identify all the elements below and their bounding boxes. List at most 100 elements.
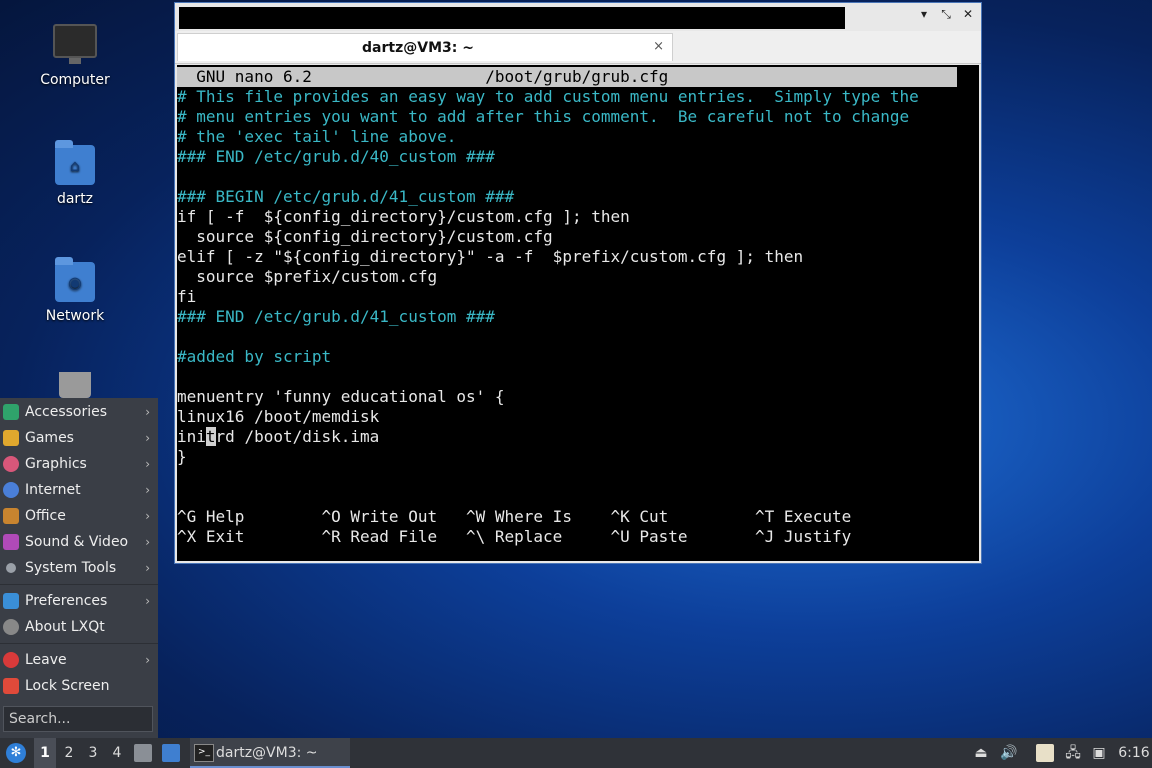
window-controls: ▾ ⤡ ✕: [917, 7, 975, 22]
file-line: ### END /etc/grub.d/41_custom ###: [177, 307, 495, 326]
menu-item-label: Graphics: [25, 456, 87, 472]
taskbar-task-terminal[interactable]: >_ dartz@VM3: ~: [190, 738, 350, 768]
internet-icon: [3, 482, 19, 498]
desktop-icon-network[interactable]: ◉ Network: [20, 257, 130, 324]
file-line: ### BEGIN /etc/grub.d/41_custom ###: [177, 187, 515, 206]
home-folder-icon: ⌂: [55, 140, 95, 185]
menu-item-label: About LXQt: [25, 619, 105, 635]
menu-item-lock-screen[interactable]: Lock Screen: [0, 673, 158, 699]
maximize-icon[interactable]: ⤡: [939, 7, 953, 22]
task-label: dartz@VM3: ~: [216, 745, 318, 761]
line-text: ini: [177, 427, 206, 446]
desktop-icon-label: dartz: [56, 191, 94, 207]
menu-item-preferences[interactable]: Preferences ›: [0, 588, 158, 614]
file-line: fi: [177, 287, 197, 306]
desktop-switch-1[interactable]: 1: [34, 738, 56, 768]
menu-item-label: Lock Screen: [25, 678, 110, 694]
menu-separator: [0, 643, 158, 644]
nano-header: GNU nano 6.2 /boot/grub/grub.cfg: [177, 67, 957, 87]
notification-icon[interactable]: ▣: [1090, 744, 1108, 762]
menu-item-sound-video[interactable]: Sound & Video ›: [0, 529, 158, 555]
terminal-window[interactable]: ▾ ⤡ ✕ dartz@VM3: ~ × GNU nano 6.2 /boot/…: [174, 2, 982, 564]
file-line: elif [ -z "${config_directory}" -a -f $p…: [177, 247, 804, 266]
desktop-icon-label: Network: [45, 308, 105, 324]
menu-item-label: Internet: [25, 482, 81, 498]
nano-shortcuts-row: ^X Exit ^R Read File ^\ Replace ^U Paste…: [177, 527, 852, 546]
menu-item-internet[interactable]: Internet ›: [0, 477, 158, 503]
volume-icon[interactable]: 🔊: [1000, 744, 1018, 762]
chevron-right-icon: ›: [145, 483, 150, 497]
chevron-right-icon: ›: [145, 561, 150, 575]
menu-item-about-lxqt[interactable]: About LXQt: [0, 614, 158, 640]
desktop-switch-2[interactable]: 2: [58, 738, 80, 768]
preferences-icon: [3, 593, 19, 609]
chevron-right-icon: ›: [145, 653, 150, 667]
menu-item-accessories[interactable]: Accessories ›: [0, 399, 158, 425]
eject-icon[interactable]: ⏏: [972, 744, 990, 762]
menu-item-graphics[interactable]: Graphics ›: [0, 451, 158, 477]
sound-video-icon: [3, 534, 19, 550]
accessories-icon: [3, 404, 19, 420]
chevron-right-icon: ›: [145, 457, 150, 471]
file-line: # This file provides an easy way to add …: [177, 87, 919, 106]
text-cursor: t: [205, 427, 216, 446]
menu-item-label: Office: [25, 508, 66, 524]
menu-search-input[interactable]: Search...: [3, 706, 153, 732]
file-line: ### END /etc/grub.d/40_custom ###: [177, 147, 495, 166]
tab-close-icon[interactable]: ×: [653, 39, 664, 54]
minimize-icon[interactable]: ▾: [917, 7, 931, 22]
file-manager-icon[interactable]: [134, 744, 152, 762]
tab-bar: dartz@VM3: ~ ×: [175, 31, 981, 64]
tab-terminal[interactable]: dartz@VM3: ~ ×: [177, 33, 673, 61]
info-icon: [3, 619, 19, 635]
menu-item-games[interactable]: Games ›: [0, 425, 158, 451]
terminal-icon: >_: [194, 744, 214, 762]
lock-icon: [3, 678, 19, 694]
file-line: # the 'exec tail' line above.: [177, 127, 457, 146]
desktop-icon-computer[interactable]: Computer: [20, 24, 130, 88]
menu-item-label: Sound & Video: [25, 534, 129, 550]
menu-item-leave[interactable]: Leave ›: [0, 647, 158, 673]
chevron-right-icon: ›: [145, 405, 150, 419]
menu-item-label: System Tools: [25, 560, 117, 576]
file-line: source $prefix/custom.cfg: [177, 267, 438, 286]
system-tools-icon: [6, 563, 16, 573]
file-line: # menu entries you want to add after thi…: [177, 107, 910, 126]
office-icon: [3, 508, 19, 524]
desktop-switch-3[interactable]: 3: [82, 738, 104, 768]
menu-item-system-tools[interactable]: System Tools ›: [0, 555, 158, 581]
chevron-right-icon: ›: [145, 594, 150, 608]
menu-item-label: Accessories: [25, 404, 108, 420]
trash-icon: [59, 372, 91, 398]
clock[interactable]: 6:16: [1118, 738, 1150, 768]
menu-item-office[interactable]: Office ›: [0, 503, 158, 529]
network-icon[interactable]: 🖧: [1064, 744, 1082, 762]
computer-icon: [53, 24, 97, 64]
desktop-icon-label: Computer: [40, 72, 110, 88]
start-menu-button[interactable]: ✻: [4, 738, 28, 768]
file-line: if [ -f ${config_directory}/custom.cfg ]…: [177, 207, 630, 226]
chevron-right-icon: ›: [145, 431, 150, 445]
file-line: #added by script: [177, 347, 332, 366]
tab-title: dartz@VM3: ~: [362, 40, 474, 56]
file-line: menuentry 'funny educational os' {: [177, 387, 505, 406]
graphics-icon: [3, 456, 19, 472]
menu-separator: [0, 584, 158, 585]
chevron-right-icon: ›: [145, 535, 150, 549]
start-menu: Accessories › Games › Graphics › Interne…: [0, 398, 158, 738]
chevron-right-icon: ›: [145, 509, 150, 523]
desktop-switch-4[interactable]: 4: [106, 738, 128, 768]
nano-shortcuts-row: ^G Help ^O Write Out ^W Where Is ^K Cut …: [177, 507, 852, 526]
file-line-with-cursor: initrd /boot/disk.ima: [177, 427, 379, 447]
file-line: source ${config_directory}/custom.cfg: [177, 227, 553, 246]
file-line: linux16 /boot/memdisk: [177, 407, 380, 426]
taskbar: ✻ 1 2 3 4 >_ dartz@VM3: ~ ⏏ 🔊 🖧 ▣ 6:16: [0, 738, 1152, 768]
window-titlebar[interactable]: [179, 7, 845, 29]
network-folder-icon: ◉: [55, 257, 95, 302]
show-desktop-icon[interactable]: [162, 744, 180, 762]
lxqt-logo-icon: ✻: [6, 743, 26, 763]
terminal-content[interactable]: GNU nano 6.2 /boot/grub/grub.cfg # This …: [177, 65, 979, 561]
clipboard-icon[interactable]: [1036, 744, 1054, 762]
close-icon[interactable]: ✕: [961, 7, 975, 22]
desktop-icon-home[interactable]: ⌂ dartz: [20, 140, 130, 207]
